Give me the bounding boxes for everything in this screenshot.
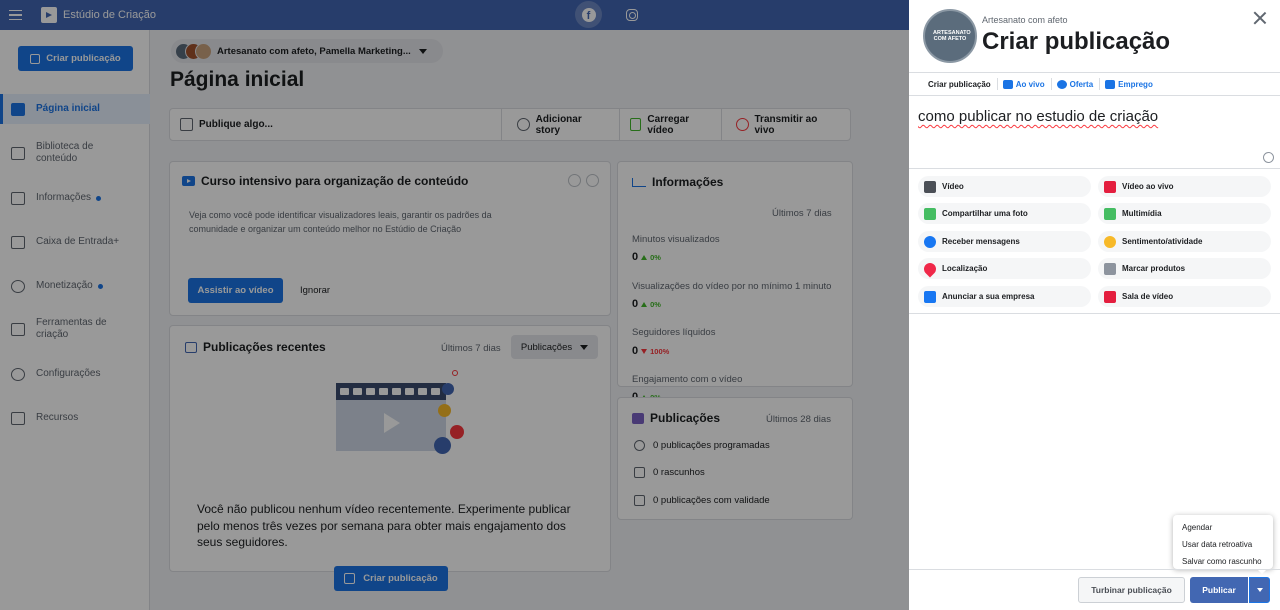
- option-label: Compartilhar uma foto: [942, 209, 1028, 218]
- option-label: Multimídia: [1122, 209, 1162, 218]
- messenger-icon: [924, 235, 936, 248]
- post-type-tabs: Criar publicação Ao vivo Oferta Emprego: [909, 72, 1280, 96]
- post-text-input[interactable]: como publicar no estudio de criação: [918, 108, 1158, 125]
- watch-party-icon: [1104, 290, 1116, 303]
- tab-label: Ao vivo: [1015, 79, 1045, 89]
- option-live-video[interactable]: Vídeo ao vivo: [1098, 176, 1271, 197]
- option-multimedia[interactable]: Multimídia: [1098, 203, 1271, 224]
- briefcase-icon: [1105, 79, 1116, 89]
- live-icon: [1104, 180, 1116, 193]
- divider: [909, 313, 1280, 314]
- tab-label: Criar publicação: [928, 79, 991, 89]
- option-watch-party[interactable]: Sala de vídeo: [1098, 286, 1271, 307]
- advertise-icon: [924, 290, 936, 303]
- publish-button[interactable]: Publicar: [1190, 577, 1248, 603]
- option-receive-messages[interactable]: Receber mensagens: [918, 231, 1091, 252]
- publish-options-menu: Agendar Usar data retroativa Salvar como…: [1173, 515, 1273, 574]
- option-label: Localização: [942, 264, 988, 273]
- video-icon: [924, 180, 936, 193]
- menu-item-schedule[interactable]: Agendar: [1173, 520, 1273, 537]
- create-post-panel: ARTESANATO COM AFETO Artesanato com afet…: [909, 0, 1280, 610]
- option-tag-products[interactable]: Marcar produtos: [1098, 258, 1271, 279]
- live-video-icon: [1002, 79, 1013, 89]
- option-label: Sala de vídeo: [1122, 292, 1174, 301]
- page-name: Artesanato com afeto: [982, 15, 1068, 25]
- divider: [909, 168, 1280, 169]
- option-label: Sentimento/atividade: [1122, 237, 1203, 246]
- tab-live[interactable]: Ao vivo: [1002, 78, 1052, 90]
- option-location[interactable]: Localização: [918, 258, 1091, 279]
- panel-footer: [909, 569, 1280, 570]
- tab-offer[interactable]: Oferta: [1056, 78, 1101, 90]
- tab-create-post[interactable]: Criar publicação: [928, 78, 998, 90]
- photo-icon: [924, 207, 936, 220]
- tab-label: Oferta: [1069, 79, 1094, 89]
- avatar-logo-text: ARTESANATO COM AFETO: [933, 30, 971, 42]
- option-label: Vídeo: [942, 182, 964, 191]
- publish-options-dropdown[interactable]: [1249, 577, 1270, 603]
- page-avatar: ARTESANATO COM AFETO: [923, 9, 977, 63]
- tab-label: Emprego: [1118, 79, 1153, 89]
- option-video[interactable]: Vídeo: [918, 176, 1091, 197]
- option-feeling-activity[interactable]: Sentimento/atividade: [1098, 231, 1271, 252]
- offer-icon: [1056, 79, 1067, 89]
- tab-job[interactable]: Emprego: [1105, 78, 1159, 90]
- post-text-value: como publicar no estudio de criação: [918, 108, 1159, 125]
- panel-title: Criar publicação: [982, 28, 1171, 55]
- close-icon[interactable]: [1254, 12, 1266, 24]
- emoji-icon[interactable]: [1263, 152, 1274, 163]
- modal-overlay[interactable]: [0, 0, 909, 610]
- boost-post-button[interactable]: Turbinar publicação: [1078, 577, 1185, 603]
- option-label: Receber mensagens: [942, 237, 1020, 246]
- option-share-photo[interactable]: Compartilhar uma foto: [918, 203, 1091, 224]
- multimedia-icon: [1104, 207, 1116, 220]
- option-label: Marcar produtos: [1122, 264, 1186, 273]
- tag-products-icon: [1104, 262, 1116, 275]
- location-icon: [921, 260, 939, 277]
- option-label: Vídeo ao vivo: [1122, 182, 1174, 191]
- option-label: Anunciar a sua empresa: [942, 292, 1035, 301]
- option-advertise[interactable]: Anunciar a sua empresa: [918, 286, 1091, 307]
- menu-item-backdate[interactable]: Usar data retroativa: [1173, 537, 1273, 554]
- emoji-icon: [1104, 235, 1116, 248]
